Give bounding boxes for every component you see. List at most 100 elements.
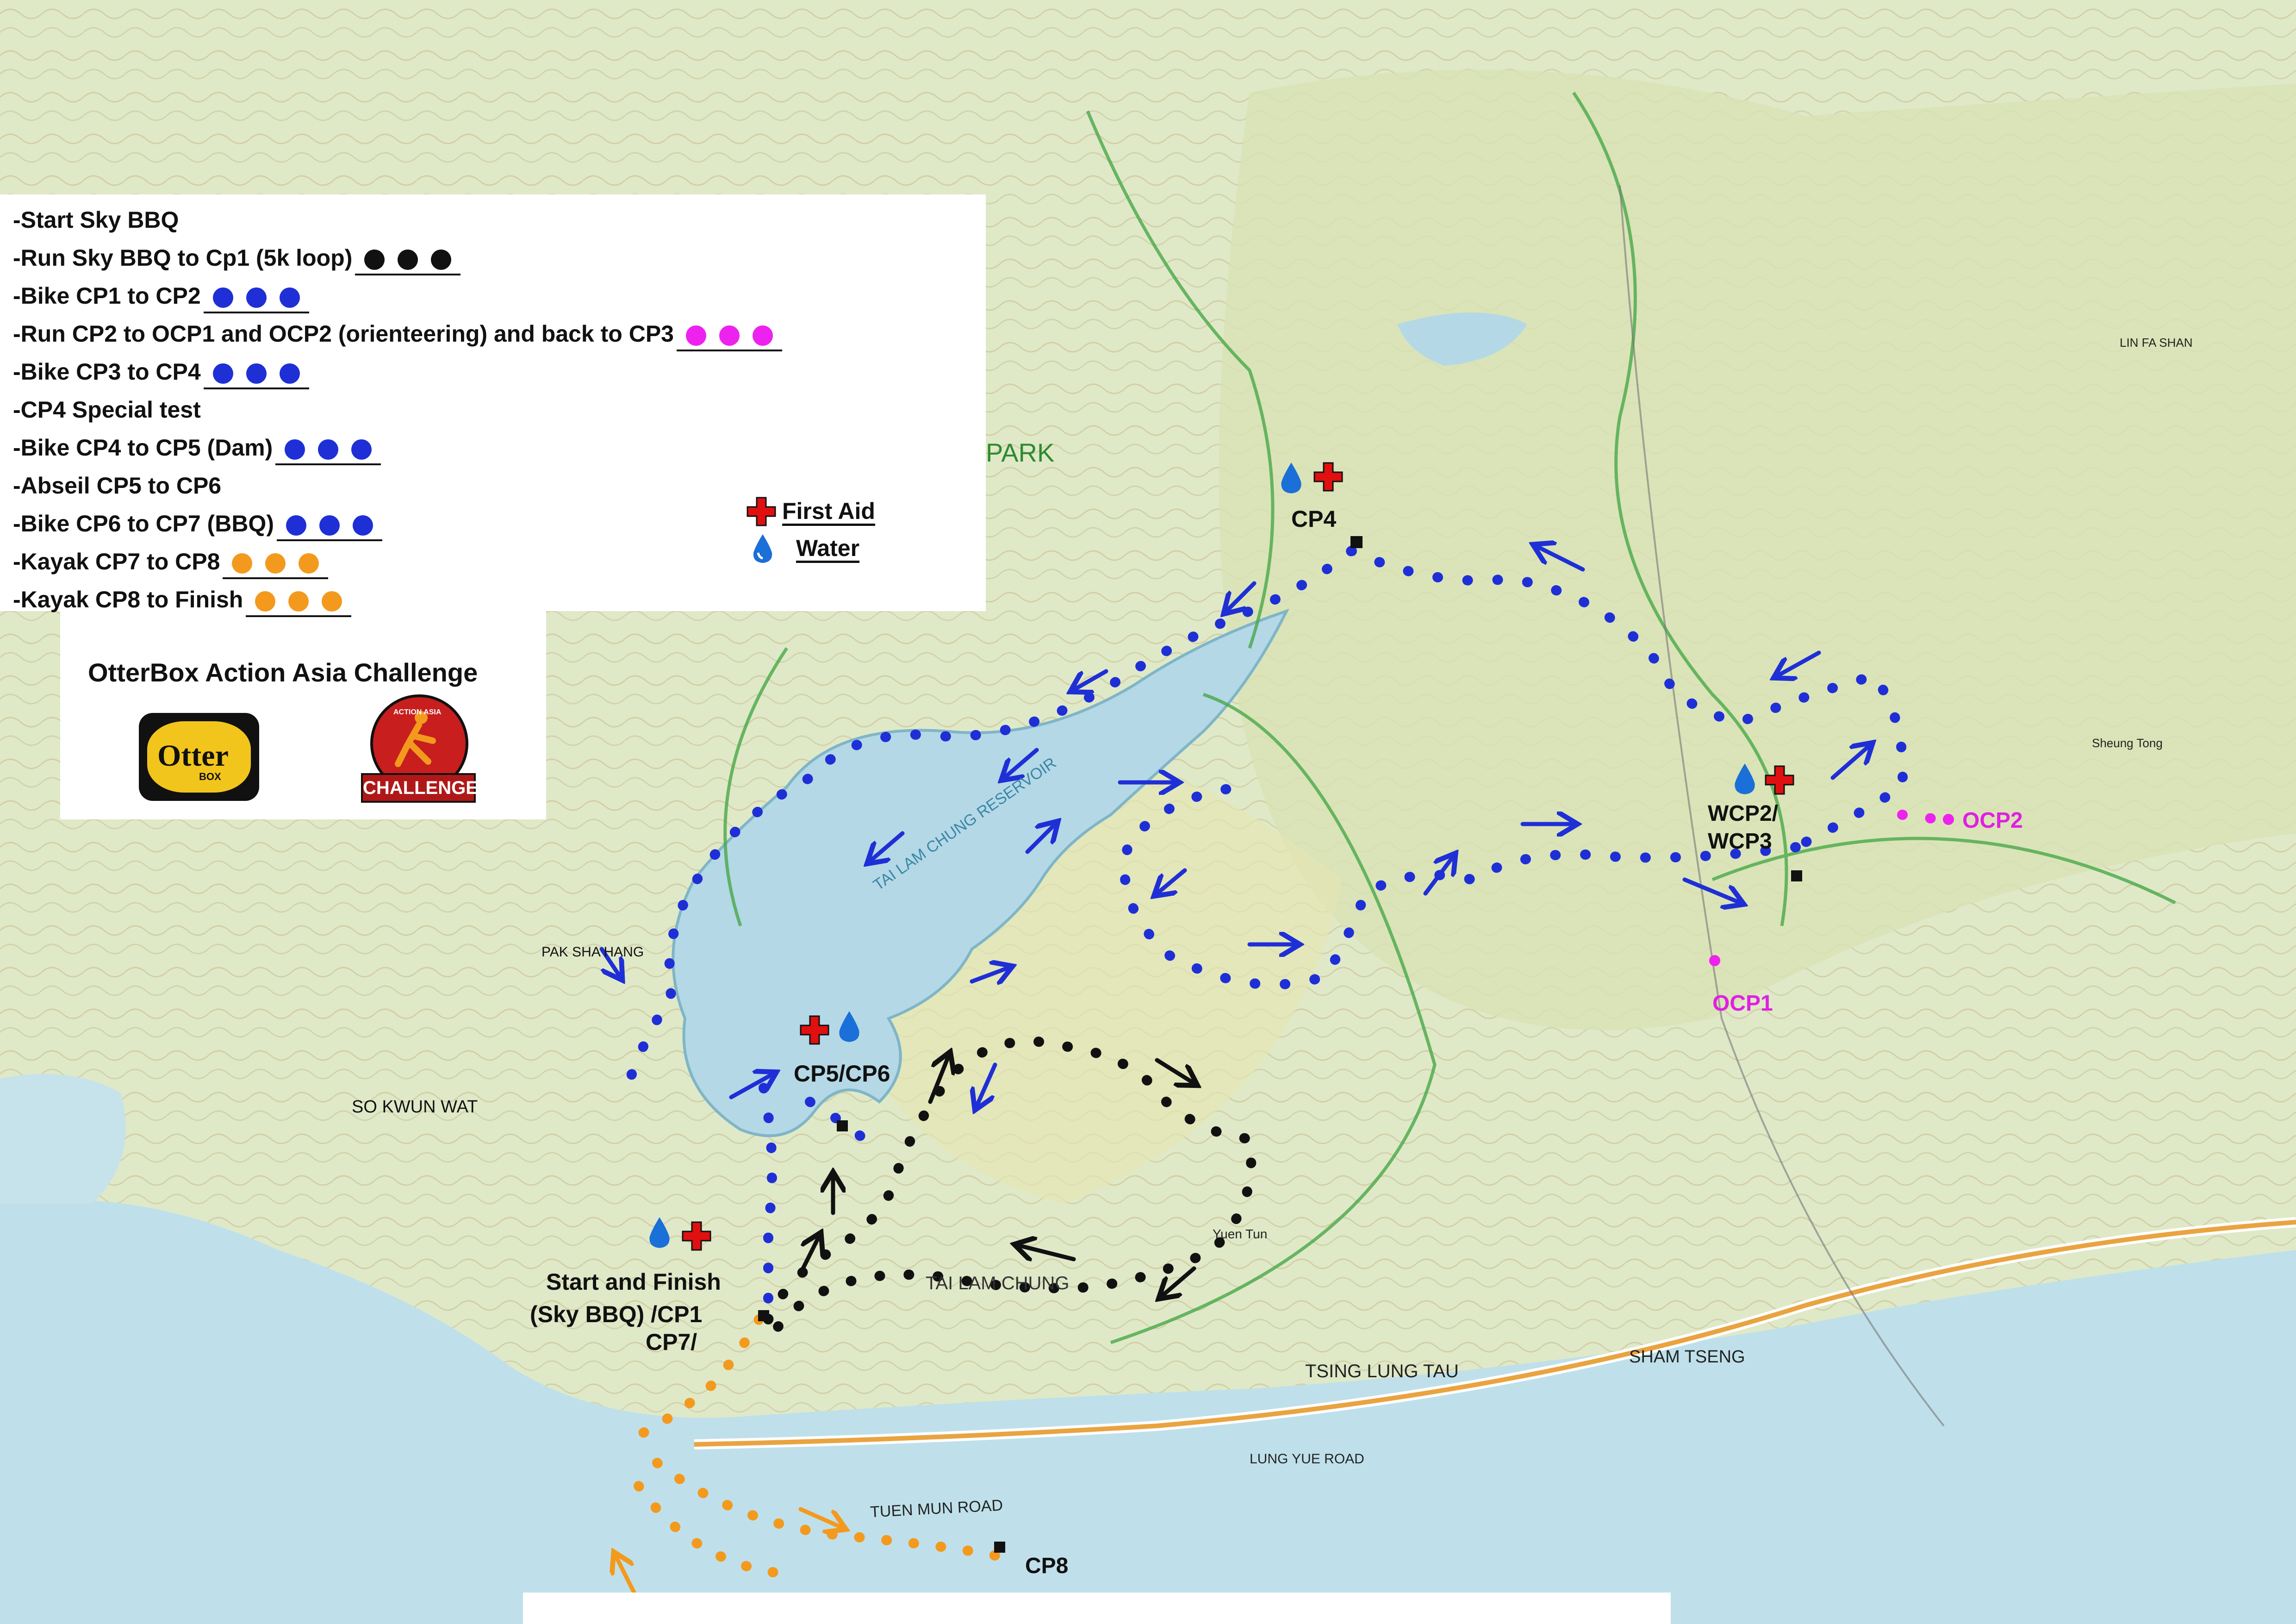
route-dot-icon xyxy=(279,287,300,308)
legend-item-dots xyxy=(203,358,309,389)
route-dot-icon xyxy=(752,325,773,346)
legend-item: -Bike CP6 to CP7 (BBQ) xyxy=(13,510,382,541)
wcp3-label: WCP3 xyxy=(1708,829,1772,854)
otterbox-logo-sub: BOX xyxy=(199,771,221,782)
ocp2-point xyxy=(1943,814,1954,825)
route-dot-icon xyxy=(322,591,342,612)
legend-item-text: -Abseil CP5 to CP6 xyxy=(13,473,222,499)
route-dot-icon xyxy=(288,591,309,612)
legend-item-text: -CP4 Special test xyxy=(13,397,201,423)
action-asia-logo: ACTION ASIA CHALLENGE xyxy=(361,694,478,806)
start-marker xyxy=(758,1310,769,1321)
route-dot-icon xyxy=(246,287,267,308)
route-dot-icon xyxy=(212,363,233,384)
legend-item: -Start Sky BBQ xyxy=(13,206,179,234)
otterbox-logo: Otter BOX xyxy=(139,713,259,801)
sham-tseng-label: SHAM TSENG xyxy=(1629,1347,1745,1367)
park-label: PARK xyxy=(986,438,1055,467)
pak-sha-hang-label: PAK SHA HANG xyxy=(541,944,644,960)
so-kwun-wat-label: SO KWUN WAT xyxy=(352,1097,478,1117)
wcp-water-drop-icon xyxy=(1735,763,1755,794)
legend-item: -Kayak CP7 to CP8 xyxy=(13,548,329,579)
route-dot-icon xyxy=(299,553,319,574)
legend-item-dots xyxy=(676,320,782,351)
legend-item-text: -Bike CP1 to CP2 xyxy=(13,283,201,309)
legend-item-dots xyxy=(223,548,329,579)
legend-item-text: -Kayak CP7 to CP8 xyxy=(13,549,220,575)
route-dot-icon xyxy=(431,249,452,270)
legend-item-dots xyxy=(246,586,352,617)
legend-item-dots xyxy=(275,434,381,465)
route-dot-icon xyxy=(398,249,418,270)
route-dot-icon xyxy=(285,439,305,460)
start-water-drop-icon xyxy=(649,1217,670,1248)
route-dot-icon xyxy=(351,439,372,460)
cp5-cp6-label: CP5/CP6 xyxy=(794,1061,890,1087)
route-dot-icon xyxy=(255,591,276,612)
route-dot-icon xyxy=(319,515,340,536)
cp4-red-cross-icon xyxy=(1313,462,1343,492)
route-dot-icon xyxy=(246,363,267,384)
ocp1-point xyxy=(1709,955,1720,966)
water-drop-icon xyxy=(753,534,772,563)
tsing-lung-tau-label: TSING LUNG TAU xyxy=(1305,1361,1459,1381)
legend-item-dots xyxy=(276,510,382,541)
start-finish-label: Start and Finish xyxy=(546,1269,721,1295)
cp8-marker xyxy=(994,1542,1005,1553)
first-aid-label: First Aid xyxy=(782,498,875,524)
sheung-tong-label: Sheung Tong xyxy=(2092,736,2163,750)
legend-item: -Bike CP1 to CP2 xyxy=(13,282,309,313)
route-dot-icon xyxy=(232,553,253,574)
sky-bbq-cp1-label: (Sky BBQ) /CP1 xyxy=(530,1301,703,1327)
legend-item-text: -Bike CP3 to CP4 xyxy=(13,359,201,385)
route-dot-icon xyxy=(364,249,385,270)
route-dot-icon xyxy=(685,325,706,346)
legend-item: -Run Sky BBQ to Cp1 (5k loop) xyxy=(13,244,461,275)
cp5-red-cross-icon xyxy=(800,1015,829,1045)
lin-fa-shan-label: LIN FA SHAN xyxy=(2120,336,2193,350)
route-dot-icon xyxy=(265,553,286,574)
cp4-label: CP4 xyxy=(1291,506,1337,532)
legend-item-text: -Bike CP4 to CP5 (Dam) xyxy=(13,435,273,461)
route-dot-icon xyxy=(286,515,306,536)
legend-item: -CP4 Special test xyxy=(13,396,201,424)
lung-yue-road-label: LUNG YUE ROAD xyxy=(1250,1451,1364,1467)
bay-west xyxy=(0,1074,126,1204)
legend-item: -Run CP2 to OCP1 and OCP2 (orienteering)… xyxy=(13,320,782,351)
route-dot-icon xyxy=(212,287,233,308)
red-cross-icon xyxy=(747,497,776,526)
ocp1-label: OCP1 xyxy=(1712,991,1773,1016)
legend-item-dots xyxy=(203,282,309,313)
wcp-red-cross-icon xyxy=(1765,765,1794,795)
tai-lam-chung-label: TAI LAM CHUNG xyxy=(926,1273,1070,1293)
cp7-label: CP7/ xyxy=(646,1329,697,1355)
runner-icon xyxy=(395,711,436,767)
legend-item: -Bike CP4 to CP5 (Dam) xyxy=(13,434,381,465)
legend-item-text: -Run Sky BBQ to Cp1 (5k loop) xyxy=(13,245,353,271)
legend-item-dots xyxy=(355,244,461,275)
water-label: Water xyxy=(796,535,860,561)
cp4-water-drop-icon xyxy=(1281,462,1301,493)
cp4-marker xyxy=(1350,536,1363,548)
event-title: OtterBox Action Asia Challenge xyxy=(88,658,478,687)
action-asia-logo-text: CHALLENGE xyxy=(361,773,478,803)
legend-item-text: -Bike CP6 to CP7 (BBQ) xyxy=(13,511,274,537)
ocp2-label: OCP2 xyxy=(1962,808,2023,833)
yuen-tun-label: Yuen Tun xyxy=(1213,1227,1268,1241)
cp5-marker xyxy=(837,1120,848,1131)
route-dot-icon xyxy=(719,325,740,346)
legend-item-text: -Run CP2 to OCP1 and OCP2 (orienteering)… xyxy=(13,321,674,347)
legend-item-text: -Kayak CP8 to Finish xyxy=(13,587,243,612)
legend-item: -Abseil CP5 to CP6 xyxy=(13,472,221,500)
otterbox-logo-text: Otter xyxy=(157,739,229,773)
wcp2-label: WCP2/ xyxy=(1708,801,1779,826)
legend-item: -Kayak CP8 to Finish xyxy=(13,586,352,617)
start-red-cross-icon xyxy=(682,1221,711,1251)
cp8-label: CP8 xyxy=(1025,1554,1069,1578)
legend-item-text: -Start Sky BBQ xyxy=(13,207,179,233)
route-dot-icon xyxy=(318,439,339,460)
route-dot-icon xyxy=(279,363,300,384)
route-dot-icon xyxy=(352,515,373,536)
action-asia-logo-sub: ACTION ASIA xyxy=(393,708,442,716)
legend-item: -Bike CP3 to CP4 xyxy=(13,358,309,389)
